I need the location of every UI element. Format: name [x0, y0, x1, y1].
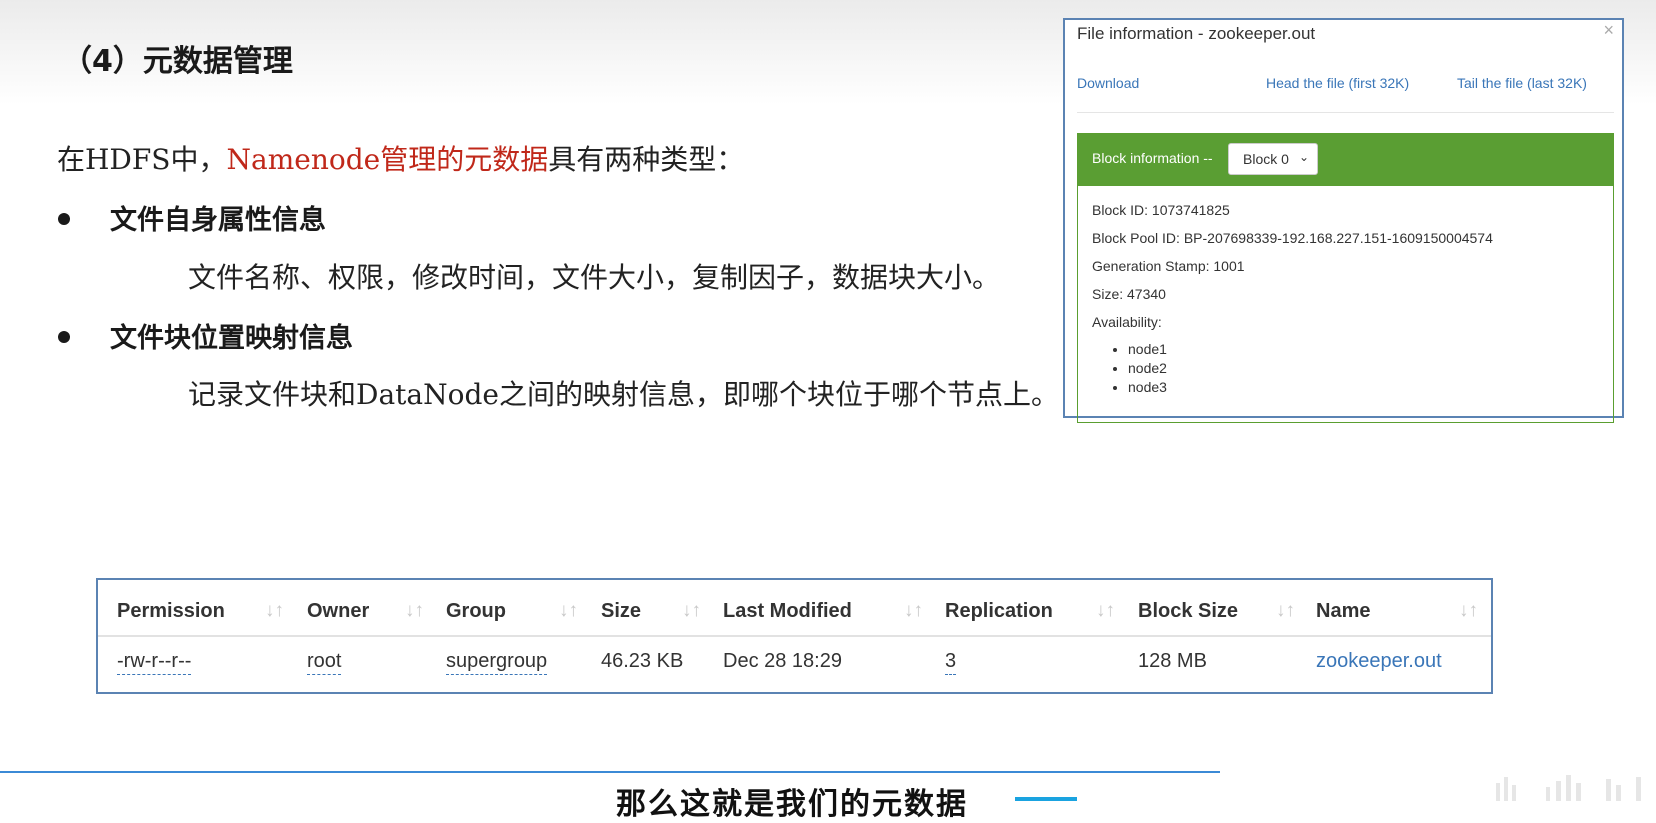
bottom-divider: [0, 771, 1220, 773]
tail-file-link[interactable]: Tail the file (last 32K): [1457, 75, 1587, 91]
sort-icon[interactable]: ↓↑: [682, 600, 701, 622]
chevron-down-icon: ⌄: [1298, 150, 1309, 164]
sort-icon[interactable]: ↓↑: [559, 600, 578, 622]
header-label: Permission: [117, 600, 225, 622]
generation-stamp: Generation Stamp: 1001: [1092, 258, 1245, 274]
sort-icon[interactable]: ↓↑: [405, 600, 424, 622]
intro-suffix: 具有两种类型：: [548, 143, 745, 176]
block-info-label: Block information --: [1092, 150, 1213, 166]
bullet-dot-icon: [58, 212, 70, 225]
block-info-header: Block information -- Block 0 ⌄: [1078, 134, 1613, 186]
header-label: Name: [1316, 600, 1371, 622]
modal-title: File information - zookeeper.out: [1077, 24, 1316, 43]
intro-hdfs: HDFS: [85, 143, 171, 176]
header-label: Last Modified: [723, 600, 852, 622]
intro-text: 在HDFS中，Namenode管理的元数据具有两种类型：: [57, 138, 744, 178]
bullet-block-mapping: 文件块位置映射信息: [58, 316, 353, 355]
header-label: Owner: [307, 600, 370, 622]
header-label: Block Size: [1138, 600, 1239, 622]
intro-highlight: 管理的元数据: [380, 143, 549, 176]
block-select-value: Block 0: [1243, 151, 1289, 167]
cell-name-link[interactable]: zookeeper.out: [1316, 650, 1442, 673]
subtitle-accent-bar: [1015, 797, 1077, 801]
column-header-last-modified[interactable]: Last Modified ↓↑: [723, 600, 923, 623]
sort-icon[interactable]: ↓↑: [1459, 600, 1478, 622]
header-label: Replication: [945, 600, 1053, 622]
intro-namenode: Namenode: [226, 143, 381, 176]
column-header-group[interactable]: Group ↓↑: [446, 600, 578, 623]
close-icon[interactable]: ×: [1603, 20, 1614, 41]
block-select[interactable]: Block 0 ⌄: [1228, 143, 1318, 175]
detail-suffix: 之间的映射信息，即哪个块位于哪个节点上。: [498, 378, 1059, 411]
file-info-modal: File information - zookeeper.out × Downl…: [1063, 18, 1624, 423]
bullet-file-attributes: 文件自身属性信息: [58, 198, 326, 237]
column-header-owner[interactable]: Owner ↓↑: [307, 600, 424, 623]
cell-replication[interactable]: 3: [945, 650, 957, 675]
bullet-detail-file-attributes: 文件名称、权限，修改时间，文件大小，复制因子，数据块大小。: [188, 261, 1001, 294]
sort-icon[interactable]: ↓↑: [904, 600, 923, 622]
block-info-body: Block ID: 1073741825 Block Pool ID: BP-2…: [1078, 186, 1613, 407]
table-header-divider: [98, 635, 1491, 637]
availability-label: Availability:: [1092, 314, 1162, 330]
block-size-bytes: Size: 47340: [1092, 286, 1166, 302]
bullet-detail-block-mapping: 记录文件块和DataNode之间的映射信息，即哪个块位于哪个节点上。: [188, 373, 1059, 413]
modal-divider: [1077, 112, 1614, 113]
sort-icon[interactable]: ↓↑: [1096, 600, 1115, 622]
intro-mid: 中，: [170, 143, 227, 176]
list-item: node1: [1128, 340, 1599, 359]
list-item: node3: [1128, 378, 1599, 397]
cell-last-modified: Dec 28 18:29: [723, 650, 842, 672]
list-item: node2: [1128, 359, 1599, 378]
video-subtitle: 那么这就是我们的元数据: [616, 787, 968, 822]
cell-group[interactable]: supergroup: [446, 650, 548, 675]
bullet-heading: 文件自身属性信息: [110, 205, 326, 236]
column-header-permission[interactable]: Permission ↓↑: [117, 600, 284, 623]
header-label: Group: [446, 600, 506, 622]
detail-prefix: 记录文件块和: [188, 378, 357, 411]
column-header-name[interactable]: Name ↓↑: [1316, 600, 1478, 623]
watermark-logo: [1496, 775, 1641, 801]
detail-datanode: DataNode: [356, 378, 499, 411]
column-header-size[interactable]: Size ↓↑: [601, 600, 701, 623]
column-header-replication[interactable]: Replication ↓↑: [945, 600, 1115, 623]
cell-permission[interactable]: -rw-r--r--: [117, 650, 192, 675]
bullet-dot-icon: [58, 330, 70, 343]
bullet-heading: 文件块位置映射信息: [110, 323, 353, 354]
block-info-panel: Block information -- Block 0 ⌄ Block ID:…: [1077, 133, 1614, 423]
cell-size: 46.23 KB: [601, 650, 684, 672]
file-table: Permission ↓↑ Owner ↓↑ Group ↓↑ Size ↓↑ …: [96, 578, 1493, 694]
cell-block-size: 128 MB: [1138, 650, 1207, 672]
node-list: node1 node2 node3: [1092, 340, 1599, 397]
download-link[interactable]: Download: [1077, 75, 1139, 91]
cell-owner[interactable]: root: [307, 650, 342, 675]
block-id: Block ID: 1073741825: [1092, 202, 1230, 218]
sort-icon[interactable]: ↓↑: [265, 600, 284, 622]
header-label: Size: [601, 600, 642, 622]
block-pool-id: Block Pool ID: BP-207698339-192.168.227.…: [1092, 230, 1493, 246]
column-header-block-size[interactable]: Block Size ↓↑: [1138, 600, 1295, 623]
intro-prefix: 在: [57, 143, 86, 176]
slide-title: （4）元数据管理: [62, 44, 293, 79]
sort-icon[interactable]: ↓↑: [1276, 600, 1295, 622]
head-file-link[interactable]: Head the file (first 32K): [1266, 75, 1409, 91]
